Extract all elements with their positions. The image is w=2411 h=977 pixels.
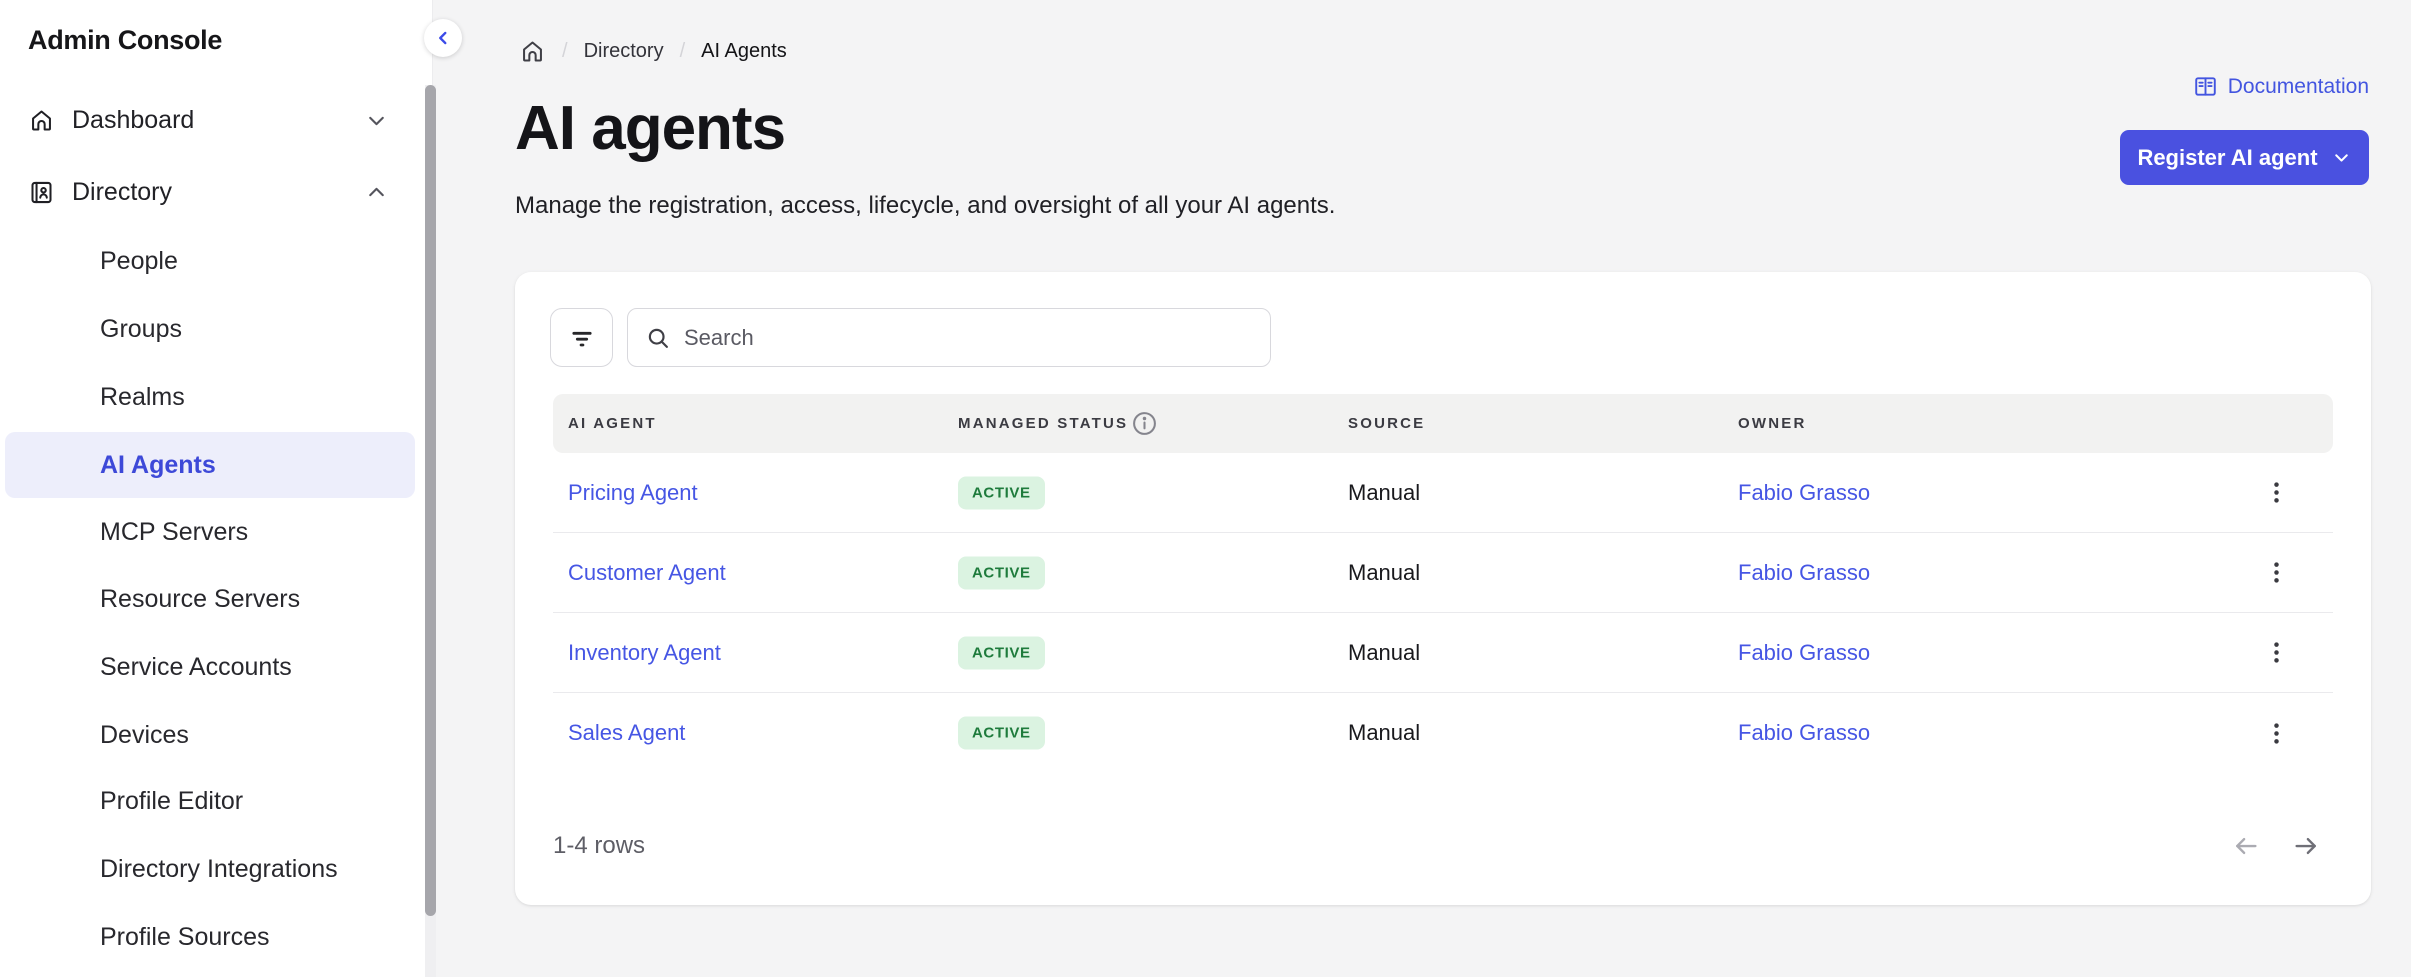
source-value: Manual xyxy=(1348,720,1420,746)
row-actions-button[interactable] xyxy=(2249,706,2303,760)
sidebar-item-ai-agents[interactable]: AI Agents xyxy=(5,432,415,498)
chevron-left-icon xyxy=(432,27,454,49)
table-body: Pricing Agent ACTIVE Manual Fabio Grasso… xyxy=(553,453,2333,773)
status-badge: ACTIVE xyxy=(958,717,1045,750)
chevron-up-icon xyxy=(364,180,389,205)
home-icon xyxy=(28,107,55,134)
owner-link[interactable]: Fabio Grasso xyxy=(1738,640,1870,666)
column-header-managed-status: MANAGED STATUS xyxy=(958,394,1128,453)
info-circle-icon[interactable] xyxy=(1130,409,1159,438)
table-header: AI AGENT MANAGED STATUS SOURCE OWNER xyxy=(553,394,2333,453)
kebab-menu-icon xyxy=(2263,559,2290,586)
pagination-prev-button[interactable] xyxy=(2225,825,2267,867)
row-actions-button[interactable] xyxy=(2249,546,2303,600)
column-header-source: SOURCE xyxy=(1348,394,1425,453)
sidebar-item-directory-integrations[interactable]: Directory Integrations xyxy=(5,836,415,902)
row-actions-button[interactable] xyxy=(2249,466,2303,520)
book-open-icon xyxy=(2192,73,2219,100)
documentation-link[interactable]: Documentation xyxy=(2192,73,2369,100)
search-field xyxy=(627,308,1271,367)
kebab-menu-icon xyxy=(2263,720,2290,747)
sidebar-item-groups[interactable]: Groups xyxy=(5,296,415,362)
agent-name-link[interactable]: Customer Agent xyxy=(568,560,726,586)
sidebar-item-dashboard[interactable]: Dashboard xyxy=(0,92,420,148)
sidebar-item-label: Directory xyxy=(72,178,172,207)
home-icon[interactable] xyxy=(519,38,546,65)
owner-link[interactable]: Fabio Grasso xyxy=(1738,480,1870,506)
status-badge: ACTIVE xyxy=(958,476,1045,509)
filter-button[interactable] xyxy=(550,308,613,367)
sidebar-item-devices[interactable]: Devices xyxy=(5,702,415,768)
documentation-label: Documentation xyxy=(2228,75,2369,99)
page-title: AI agents xyxy=(515,93,785,164)
breadcrumb: / Directory / AI Agents xyxy=(519,38,787,65)
kebab-menu-icon xyxy=(2263,639,2290,666)
source-value: Manual xyxy=(1348,560,1420,586)
agent-name-link[interactable]: Pricing Agent xyxy=(568,480,698,506)
sidebar-collapse-button[interactable] xyxy=(424,19,462,57)
source-value: Manual xyxy=(1348,480,1420,506)
sidebar-item-realms[interactable]: Realms xyxy=(5,364,415,430)
arrow-left-icon xyxy=(2231,831,2261,861)
sidebar-item-label: Dashboard xyxy=(72,106,194,135)
search-icon xyxy=(645,325,671,351)
column-header-ai-agent: AI AGENT xyxy=(568,394,657,453)
breadcrumb-directory[interactable]: Directory xyxy=(584,40,664,63)
agent-name-link[interactable]: Sales Agent xyxy=(568,720,685,746)
sidebar-item-people[interactable]: People xyxy=(5,228,415,294)
pagination-rows-label: 1-4 rows xyxy=(553,832,645,860)
source-value: Manual xyxy=(1348,640,1420,666)
filter-lines-icon xyxy=(568,324,596,352)
agent-name-link[interactable]: Inventory Agent xyxy=(568,640,721,666)
row-actions-button[interactable] xyxy=(2249,626,2303,680)
chevron-down-icon xyxy=(364,108,389,133)
register-ai-agent-button[interactable]: Register AI agent xyxy=(2120,130,2369,185)
sidebar-item-directory[interactable]: Directory xyxy=(0,164,420,220)
table-row: Sales Agent ACTIVE Manual Fabio Grasso xyxy=(553,693,2333,773)
app-title: Admin Console xyxy=(28,25,222,56)
status-badge: ACTIVE xyxy=(958,556,1045,589)
sidebar-item-profile-sources[interactable]: Profile Sources xyxy=(5,904,415,970)
owner-link[interactable]: Fabio Grasso xyxy=(1738,560,1870,586)
sidebar: Admin Console Dashboard xyxy=(0,0,433,977)
id-card-icon xyxy=(28,179,55,206)
sidebar-item-mcp-servers[interactable]: MCP Servers xyxy=(5,499,415,565)
arrow-right-icon xyxy=(2291,831,2321,861)
admin-console-app: Admin Console Dashboard xyxy=(0,0,2411,977)
table-row: Customer Agent ACTIVE Manual Fabio Grass… xyxy=(553,533,2333,613)
sidebar-item-resource-servers[interactable]: Resource Servers xyxy=(5,566,415,632)
pagination-next-button[interactable] xyxy=(2285,825,2327,867)
column-header-owner: OWNER xyxy=(1738,394,1807,453)
breadcrumb-separator: / xyxy=(562,40,568,63)
table-row: Inventory Agent ACTIVE Manual Fabio Gras… xyxy=(553,613,2333,693)
page-subtitle: Manage the registration, access, lifecyc… xyxy=(515,192,1335,220)
sidebar-scrollbar-thumb[interactable] xyxy=(425,85,436,916)
status-badge: ACTIVE xyxy=(958,636,1045,669)
breadcrumb-ai-agents: AI Agents xyxy=(701,40,787,63)
sidebar-item-profile-editor[interactable]: Profile Editor xyxy=(5,768,415,834)
chevron-down-icon xyxy=(2331,147,2352,168)
sidebar-item-service-accounts[interactable]: Service Accounts xyxy=(5,634,415,700)
kebab-menu-icon xyxy=(2263,479,2290,506)
ai-agents-card: AI AGENT MANAGED STATUS SOURCE OWNER Pri… xyxy=(515,272,2371,905)
register-button-label: Register AI agent xyxy=(2137,145,2317,171)
owner-link[interactable]: Fabio Grasso xyxy=(1738,720,1870,746)
breadcrumb-separator: / xyxy=(680,40,686,63)
search-input[interactable] xyxy=(684,309,1270,366)
table-row: Pricing Agent ACTIVE Manual Fabio Grasso xyxy=(553,453,2333,533)
